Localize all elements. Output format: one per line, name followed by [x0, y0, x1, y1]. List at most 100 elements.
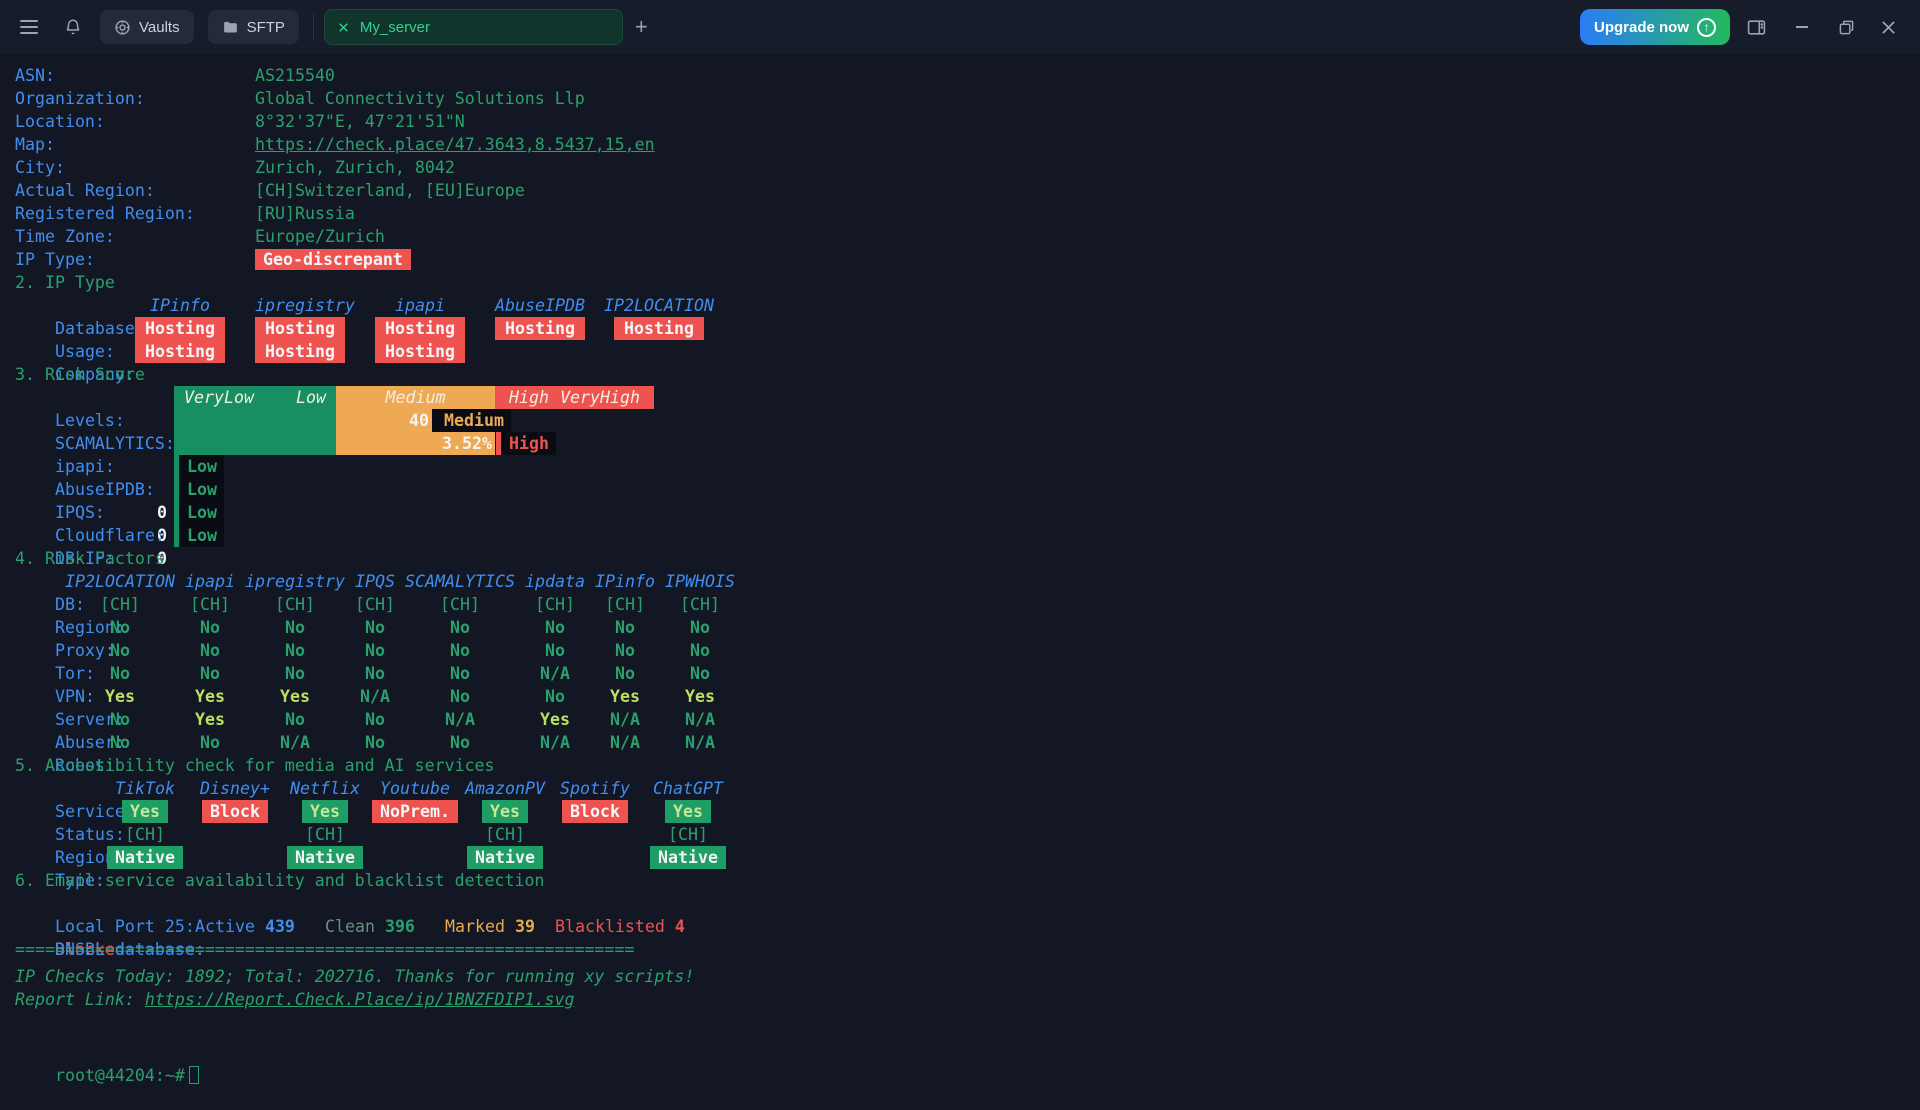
db-header: IP2LOCATION	[599, 294, 719, 317]
rf-row-vpn: VPN: No No No No No N/A No No	[15, 662, 1905, 685]
ipapi-level: High	[502, 432, 556, 455]
close-window-button[interactable]	[1868, 0, 1908, 54]
rf-cell: No	[330, 731, 420, 754]
port25-row: Local Port 25: Blocked	[15, 892, 1905, 915]
dnsbl-marked-value: 39	[515, 917, 535, 936]
row-organization: Organization:Global Connectivity Solutio…	[15, 87, 1905, 110]
risk-row-dbip: DB-IP: Low	[15, 524, 1905, 547]
shell-prompt: root@44204:~#	[55, 1066, 185, 1085]
rf-cell: N/A	[250, 731, 340, 754]
report-link[interactable]: https://Report.Check.Place/ip/1BNZFDIP1.…	[145, 990, 575, 1009]
row-ip-type: IP Type:Geo-discrepant	[15, 248, 1905, 271]
notifications-bell-icon[interactable]	[60, 14, 86, 40]
sftp-button[interactable]: SFTP	[208, 10, 299, 44]
rf-row-server: Server: Yes Yes Yes N/A No No Yes Yes	[15, 685, 1905, 708]
rf-cell: [CH]	[330, 593, 420, 616]
db-header: ipapi	[375, 294, 465, 317]
service-header: TikTok	[100, 777, 190, 800]
minimize-button[interactable]	[1782, 0, 1822, 54]
vault-icon	[114, 19, 131, 36]
rf-cell: No	[250, 639, 340, 662]
native-badge: Native	[107, 846, 183, 869]
rf-cell: No	[75, 731, 165, 754]
db-header: AbuseIPDB	[495, 294, 585, 317]
upgrade-now-button[interactable]: Upgrade now ↑	[1580, 9, 1730, 45]
vaults-button[interactable]: Vaults	[100, 10, 194, 44]
native-badge: Native	[287, 846, 363, 869]
ip-type-label: IP Type:	[15, 248, 255, 271]
rf-cell: No	[415, 731, 505, 754]
rf-cell: No	[75, 708, 165, 731]
status-badge: Yes	[482, 800, 528, 823]
terminal-cursor	[189, 1066, 199, 1084]
geo-discrepant-badge: Geo-discrepant	[255, 249, 411, 270]
company-badge: Hosting	[375, 340, 465, 363]
level-medium: Medium	[386, 388, 446, 407]
service-header: Netflix	[280, 777, 370, 800]
rf-row-tor: Tor: No No No No No No No No	[15, 639, 1905, 662]
dnsbl-blacklisted-value: 4	[675, 917, 685, 936]
rf-cell: Yes	[655, 685, 745, 708]
map-link[interactable]: https://check.place/47.3643,8.5437,15,en	[255, 135, 655, 154]
service-header: Spotify	[550, 777, 640, 800]
rf-cell: Yes	[75, 685, 165, 708]
dnsbl-blacklisted-label: Blacklisted	[555, 917, 665, 936]
close-tab-icon[interactable]	[337, 21, 350, 34]
risk-row-cloudflare: Cloudflare: 0 Low	[15, 501, 1905, 524]
risk-levels-row: Levels: VeryLowLow Medium HighVeryHigh	[15, 386, 1905, 409]
level-verylow: VeryLow	[184, 386, 254, 409]
rf-cell: Yes	[165, 685, 255, 708]
shell-prompt-row[interactable]: root@44204:~#	[15, 1041, 1905, 1064]
risk-row-abuseipdb: AbuseIPDB: 0 Low	[15, 455, 1905, 478]
new-tab-button[interactable]: +	[635, 14, 648, 40]
company-badge: Hosting	[135, 340, 225, 363]
hamburger-menu-icon[interactable]	[16, 14, 42, 40]
rf-cell: No	[250, 616, 340, 639]
rf-cell: N/A	[655, 708, 745, 731]
section3-title: 3. Risk Score	[15, 363, 1905, 386]
checks-summary-line: IP Checks Today: 1892; Total: 202716. Th…	[15, 965, 1905, 988]
rf-cell: [CH]	[415, 593, 505, 616]
asn-label: ASN:	[15, 64, 255, 87]
map-label: Map:	[15, 133, 255, 156]
section4-header-row: DB: IP2LOCATION ipapi ipregistry IPQS SC…	[15, 570, 1905, 593]
row-registered-region: Registered Region:[RU]Russia	[15, 202, 1905, 225]
rf-cell: No	[415, 685, 505, 708]
section2-db-header-row: Database: IPinfo ipregistry ipapi AbuseI…	[15, 294, 1905, 317]
rf-cell: No	[250, 708, 340, 731]
time-zone-value: Europe/Zurich	[255, 227, 385, 246]
location-label: Location:	[15, 110, 255, 133]
level-low: Low	[296, 386, 326, 409]
maximize-button[interactable]	[1826, 0, 1866, 54]
risk-row-ipqs: IPQS: 0 Low	[15, 478, 1905, 501]
section2-usage-row: Usage: Hosting Hosting Hosting Hosting H…	[15, 317, 1905, 340]
row-city: City:Zurich, Zurich, 8042	[15, 156, 1905, 179]
db-header: ipregistry	[255, 294, 345, 317]
sftp-label: SFTP	[247, 19, 285, 36]
usage-badge: Hosting	[135, 317, 225, 340]
service-header: Disney+	[190, 777, 280, 800]
usage-badge: Hosting	[614, 317, 704, 340]
rf-cell: No	[415, 662, 505, 685]
cloudflare-level: Low	[180, 501, 224, 524]
level-veryhigh: VeryHigh	[560, 386, 640, 409]
tab-my-server[interactable]: My_server	[324, 9, 623, 45]
ipqs-level: Low	[180, 478, 224, 501]
db-header: IPinfo	[135, 294, 225, 317]
dnsbl-active-value: 439	[265, 917, 295, 936]
upgrade-arrow-icon: ↑	[1697, 18, 1716, 37]
organization-label: Organization:	[15, 87, 255, 110]
city-value: Zurich, Zurich, 8042	[255, 158, 455, 177]
tab-title: My_server	[360, 19, 430, 36]
media-service-row: Service: TikTok Disney+ Netflix Youtube …	[15, 777, 1905, 800]
scamalytics-level: Medium	[437, 409, 511, 432]
terminal-output: ASN:AS215540 Organization:Global Connect…	[15, 64, 1905, 1064]
company-badge: Hosting	[255, 340, 345, 363]
panel-toggle-icon[interactable]	[1736, 0, 1776, 54]
tab-divider	[313, 14, 314, 40]
vaults-label: Vaults	[139, 19, 180, 36]
section2-company-row: Company: Hosting Hosting Hosting	[15, 340, 1905, 363]
rf-cell: No	[165, 731, 255, 754]
section4-title: 4. Risk Factors	[15, 547, 1905, 570]
rf-cell: N/A	[330, 685, 420, 708]
